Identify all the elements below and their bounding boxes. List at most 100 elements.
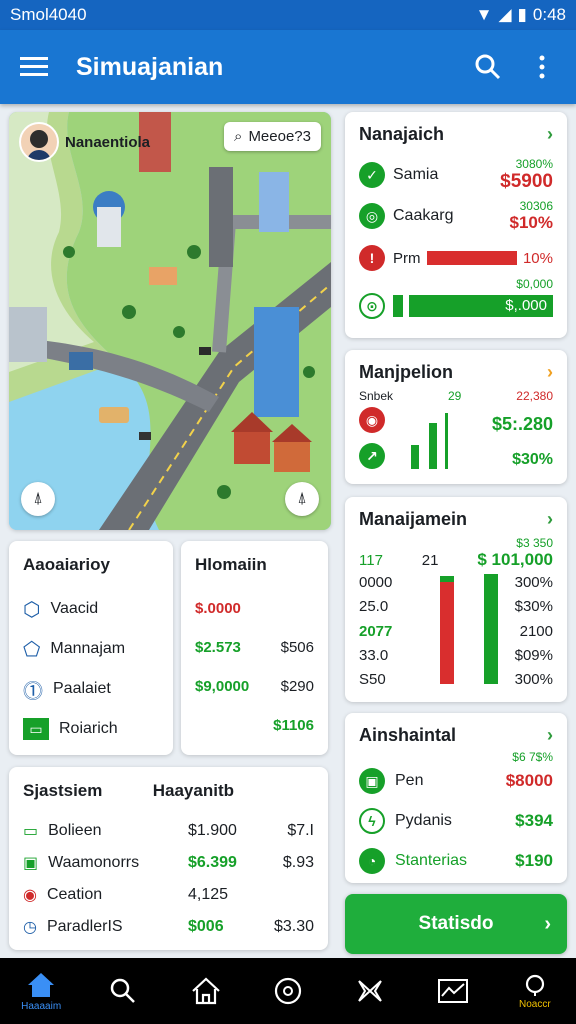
values-title: Hlomaiin [195,555,267,574]
nav-home[interactable]: Haaaaim [11,961,71,1021]
panel-sub-left: Snbek [359,389,394,403]
chart-icon: ◎ [359,203,385,229]
search-icon [111,978,136,1003]
app-title: Simuajanian [76,52,224,81]
nav-last-label: Noaccr [518,998,551,1010]
nav-analytics[interactable] [423,961,483,1021]
list-item[interactable]: ⬠ Mannajam [23,629,159,669]
panel-title: Ainshaintal [359,725,457,745]
nav-search[interactable] [93,961,153,1021]
battery-icon: ▮ [517,5,527,24]
left-value: 0000 [359,574,393,591]
menu-icon[interactable] [16,49,52,85]
left-value: S50 [359,671,386,688]
document-icon: ▭ [23,823,39,840]
signal-icon: ◢ [498,5,512,24]
value-b: $3.30 [273,918,314,935]
badge-icon: ⬠ [23,638,41,661]
list-item-label: ParadlerIS [46,918,123,935]
panel-value: $30% [512,451,553,468]
panel-overview: Manaijamein › $3 350 117 21 $ 101,000 00… [345,497,567,702]
panel-small: $6 7$% [512,750,553,764]
growth-icon: ↗ [359,443,385,469]
row-label: Prm [393,249,421,267]
row-small: 3080% [515,157,553,171]
list-title: Sjastsiem [23,781,103,800]
alert-icon: ◉ [359,407,385,433]
status-carrier: Smol4040 [10,5,87,24]
values-title: Haayanitb [152,781,234,800]
nav-house[interactable] [176,961,236,1021]
pie-icon: ◔ [359,848,385,874]
status-time: 0:48 [532,5,566,24]
nav-wallet[interactable] [258,961,318,1021]
right-value: 300% [514,671,553,688]
value-a: $9,0000 [195,678,250,695]
nav-home-label: Haaaaim [21,1000,62,1012]
row-small: 30306 [519,199,553,213]
nav-network[interactable] [340,961,400,1021]
cta-label: Statisdo [418,913,494,934]
panel-accounts: Ainshaintal › $6 7$% ▣ Pen $8000 ϟ Pydan… [345,713,567,883]
list-item-label: Ceation [46,886,103,903]
chevron-right-icon[interactable]: › [547,124,553,145]
nav-notifications[interactable]: Noaccr [505,961,565,1021]
value-a: 4,125 [188,886,229,903]
progress-bar-value: $,.000 [409,295,553,317]
map-profile-name: Nanaentiola [65,133,151,151]
list-item-label: Bolieen [48,822,102,839]
leaf-icon: ϟ [359,808,385,834]
house-icon [191,977,220,1005]
list-item-label: Paalaiet [53,680,111,697]
panel-title: Manaijamein [359,509,468,529]
cube-icon: ▣ [359,768,385,794]
list-title: Aaoaiarioy [23,555,110,574]
left-value: 33.0 [359,646,389,664]
panel-title: Manjpelion [359,362,453,382]
chevron-right-icon[interactable]: › [547,362,553,383]
wifi-icon: ▼ [475,5,493,24]
list-item[interactable]: ▭ Roiarich [23,709,159,749]
navigate-left-icon[interactable]: ⍋ [21,482,55,516]
right-value: $30% [514,598,553,616]
row-label: Samia [393,166,439,183]
map-profile[interactable]: Nanaentiola [19,122,150,162]
row-value: $8000 [505,771,553,790]
chevron-right-icon[interactable]: › [547,509,553,530]
row-value: $5900 [500,171,553,192]
list-item[interactable]: ⓵ Paalaiet [23,669,159,709]
list-item-label: Waamonorrs [48,854,140,871]
left-value: 2077 [359,622,393,640]
left-value: 25.0 [359,598,389,616]
statistics-button[interactable]: Statisdo › [345,894,567,954]
avatar[interactable] [19,122,59,162]
network-icon [358,980,383,1002]
list-item-label: Mannajam [50,640,126,657]
navigate-right-icon[interactable]: ⍋ [285,482,319,516]
list-item[interactable]: ⬡ Vaacid [23,589,159,629]
list-item-label: Vaacid [50,600,99,617]
map-search-text: Meeoe?3 [248,128,311,145]
right-value: $09% [514,646,553,664]
value-b: $290 [280,678,314,695]
analytics-icon [437,979,468,1003]
row-label: Caakarg [393,207,454,224]
value-a: $006 [188,918,224,935]
status-bar: Smol4040 ▼ ◢ ▮ 0:48 [0,0,576,30]
row-value: $190 [515,851,553,870]
more-options-icon[interactable] [524,49,560,85]
map-search-box[interactable]: ⌕ Meeoe?3 [224,122,321,151]
panel-sub-mid: 29 [447,389,462,403]
value-a: $1.900 [188,822,237,839]
clock-icon: ◷ [23,919,37,936]
check-icon: ✓ [359,162,385,188]
chevron-right-icon[interactable]: › [547,725,553,746]
search-icon[interactable] [470,49,506,85]
value-b: $.93 [282,854,314,871]
search-icon: ⌕ [234,128,243,145]
list-card-1: Aaoaiarioy ⬡ Vaacid ⬠ Mannajam ⓵ Paalaiet ▭… [9,541,173,755]
values-card-1: Hlomaiin $.0000 $2.573 $506 $9,0000 $290 $… [181,541,328,755]
bar-chart [440,574,499,684]
app-bar: Simuajanian [0,30,576,104]
map-view[interactable]: Nanaentiola ⌕ Meeoe?3 ⍋ ⍋ [9,112,331,530]
